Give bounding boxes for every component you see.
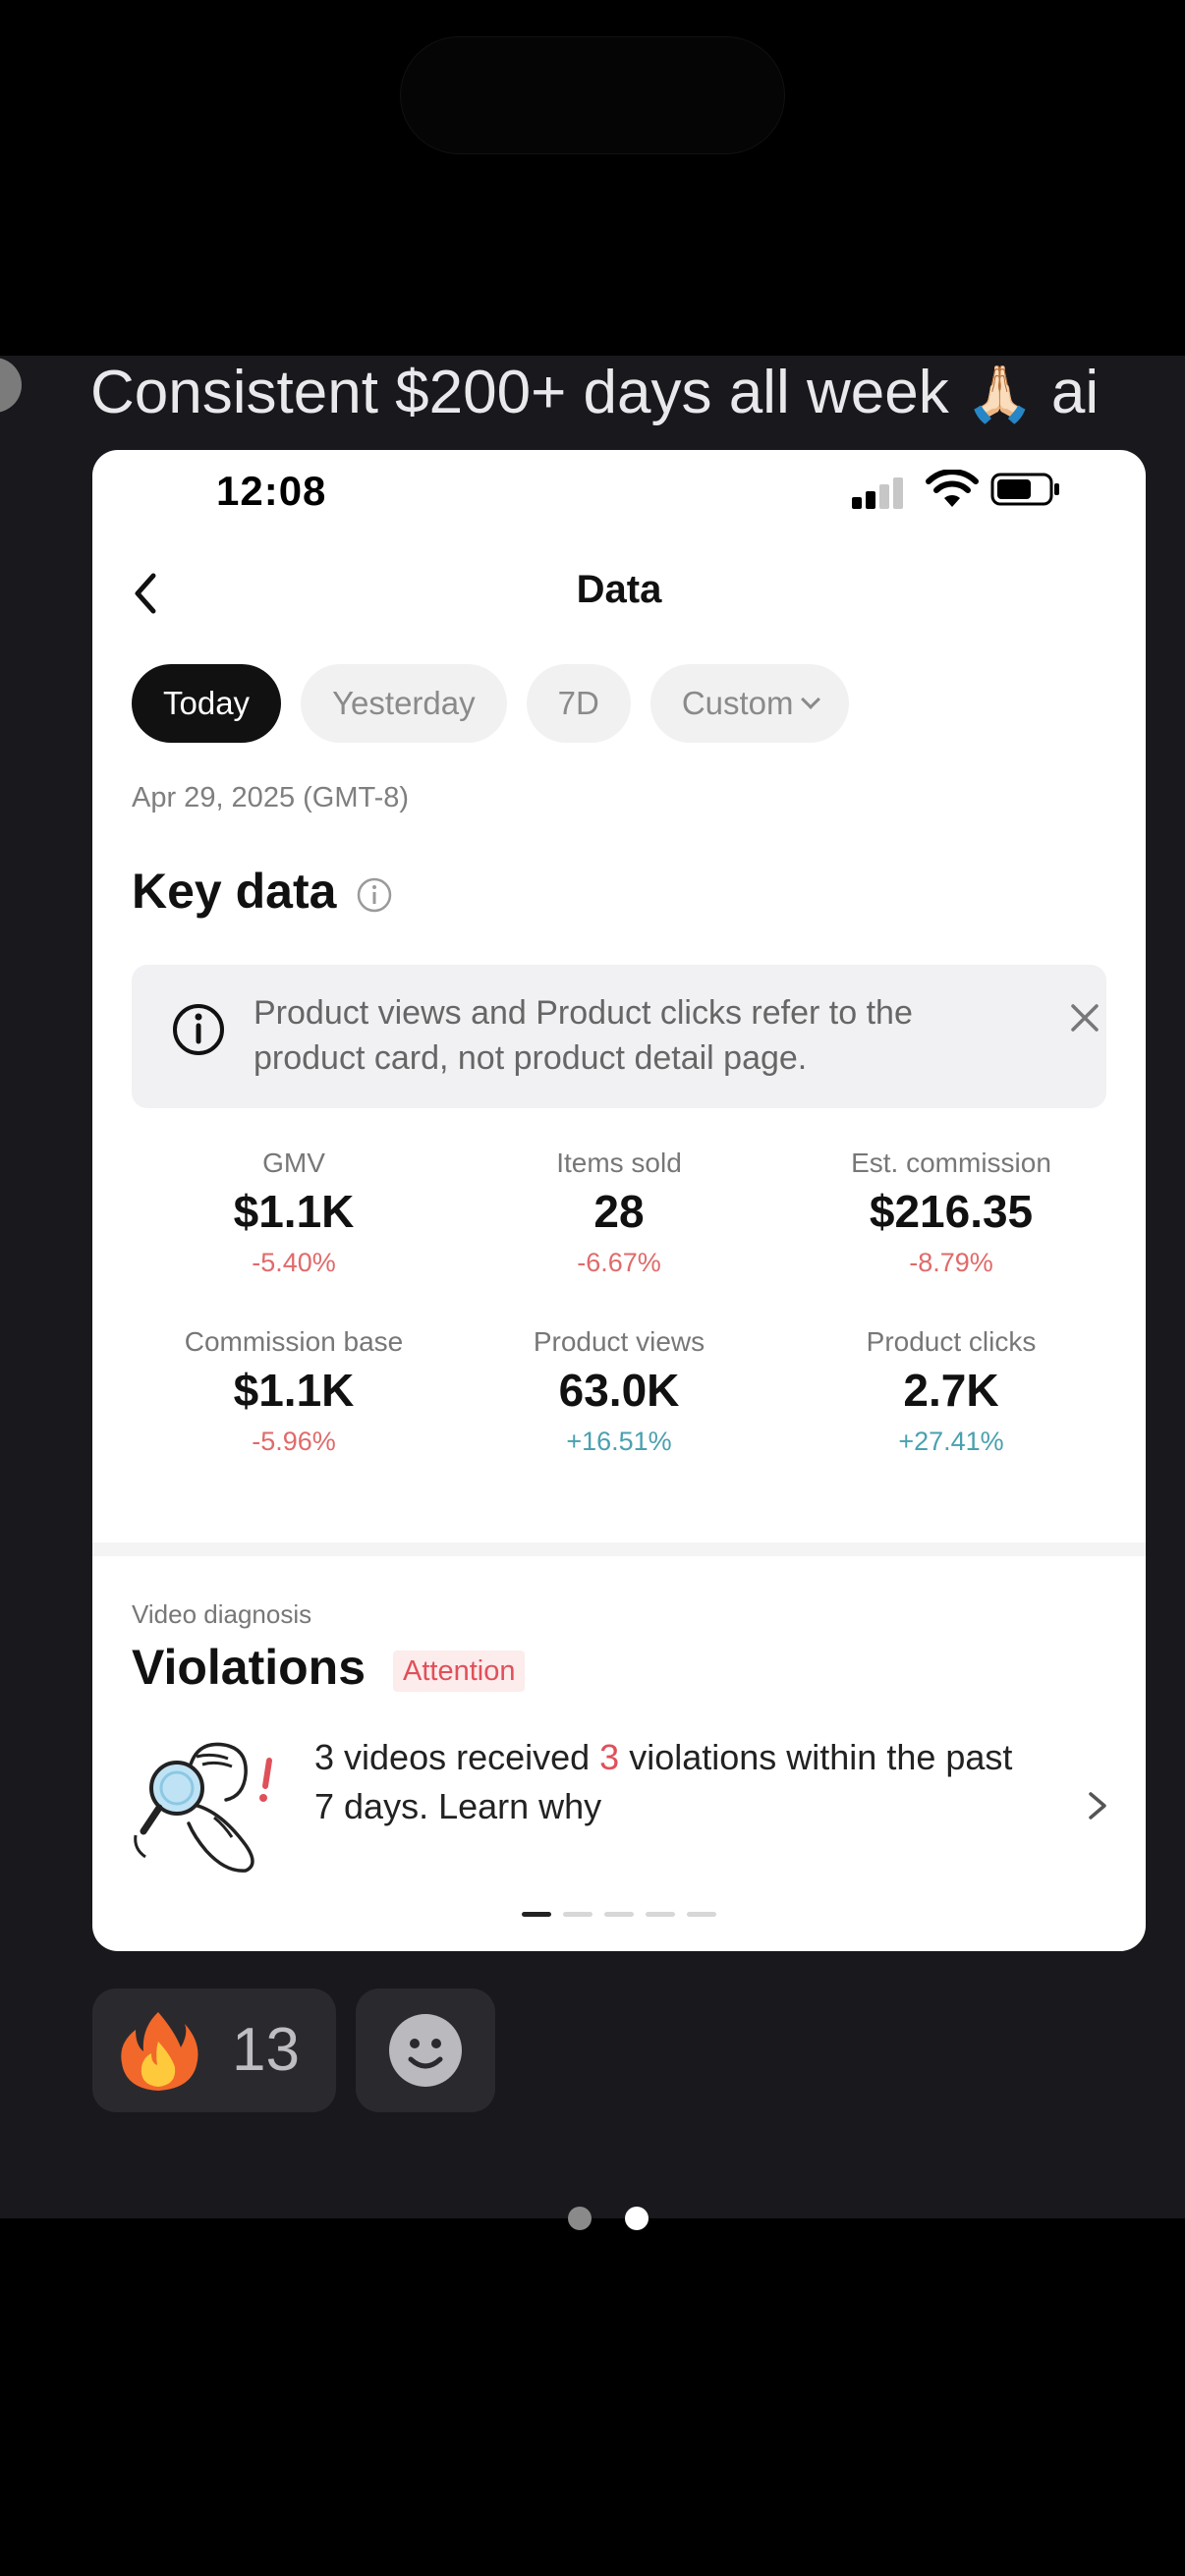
metric-est-commission[interactable]: Est. commission $216.35 -8.79% <box>784 1146 1118 1281</box>
metric-value: 2.7K <box>903 1365 999 1416</box>
section-title-key-data: Key data <box>132 864 337 919</box>
story-page-indicator <box>0 2207 1185 2230</box>
section-divider <box>92 1542 1146 1556</box>
metric-value: $216.35 <box>869 1186 1034 1237</box>
smile-add-icon <box>389 2014 462 2087</box>
metric-change: -8.79% <box>909 1248 993 1277</box>
metric-change: -6.67% <box>577 1248 661 1277</box>
wifi-icon <box>926 470 979 507</box>
info-notice: Product views and Product clicks refer t… <box>132 965 1106 1108</box>
shared-screenshot[interactable]: 12:08 Data Today Yesterday 7D Custom Apr… <box>92 450 1146 1951</box>
metric-items-sold[interactable]: Items sold 28 -6.67% <box>452 1146 786 1281</box>
page-dot[interactable] <box>568 2207 592 2230</box>
tab-label: Yesterday <box>332 685 476 721</box>
metric-commission-base[interactable]: Commission base $1.1K -5.96% <box>127 1324 461 1460</box>
metric-change: +27.41% <box>898 1427 1004 1456</box>
section-title-violations: Violations <box>132 1640 367 1695</box>
caption-trailing-text: ai <box>1034 359 1100 426</box>
violations-count: 3 <box>599 1737 620 1777</box>
reaction-fire[interactable]: 13 <box>92 1988 336 2112</box>
praying-hands-icon: 🙏🏻 <box>965 363 1035 426</box>
metric-label: Product views <box>533 1326 705 1357</box>
metric-label: Est. commission <box>851 1148 1051 1178</box>
message-caption: Consistent $200+ days all week 🙏🏻 ai <box>90 356 1099 430</box>
metric-value: $1.1K <box>233 1186 355 1237</box>
cellular-signal-icon <box>852 476 911 509</box>
info-circle-icon <box>173 1004 224 1055</box>
carousel-dot[interactable] <box>604 1912 634 1917</box>
carousel-dot[interactable] <box>646 1912 675 1917</box>
carousel-dot[interactable] <box>687 1912 716 1917</box>
violations-message-prefix: 3 videos received <box>314 1737 600 1777</box>
status-bar: 12:08 <box>92 450 1146 529</box>
page-dot-active[interactable] <box>625 2207 649 2230</box>
notice-text: Product views and Product clicks refer t… <box>254 994 913 1077</box>
metric-product-clicks[interactable]: Product clicks 2.7K +27.41% <box>784 1324 1118 1460</box>
caption-text: Consistent $200+ days all week <box>90 359 966 426</box>
attention-badge: Attention <box>393 1651 526 1692</box>
date-label: Apr 29, 2025 (GMT-8) <box>132 782 410 813</box>
violations-message[interactable]: 3 videos received 3 violations within th… <box>314 1733 1042 1831</box>
reaction-count: 13 <box>232 2016 300 2084</box>
dynamic-island <box>401 37 784 153</box>
section-subtitle-video-diagnosis: Video diagnosis <box>132 1599 312 1629</box>
metric-gmv[interactable]: GMV $1.1K -5.40% <box>127 1146 461 1281</box>
tab-label: Custom <box>681 685 794 721</box>
close-icon[interactable] <box>1067 1000 1102 1036</box>
tab-today[interactable]: Today <box>132 664 282 743</box>
metric-label: GMV <box>262 1148 325 1178</box>
chevron-down-icon <box>800 690 820 709</box>
magnifier-person-illustration <box>134 1742 272 1873</box>
add-reaction-button[interactable] <box>356 1988 495 2112</box>
nav-bar: Data <box>92 560 1146 629</box>
tab-label: Today <box>163 685 251 721</box>
info-icon[interactable] <box>356 876 393 914</box>
tab-custom[interactable]: Custom <box>649 664 849 743</box>
carousel-indicator <box>92 1912 1146 1918</box>
carousel-dot[interactable] <box>522 1912 551 1917</box>
metric-product-views[interactable]: Product views 63.0K +16.51% <box>452 1324 786 1460</box>
tab-yesterday[interactable]: Yesterday <box>301 664 507 743</box>
metric-label: Commission base <box>184 1326 404 1357</box>
metric-value: 63.0K <box>558 1365 680 1416</box>
tab-label: 7D <box>557 685 599 721</box>
metric-label: Product clicks <box>866 1326 1037 1357</box>
metric-change: -5.96% <box>252 1427 336 1456</box>
metric-value: $1.1K <box>233 1365 355 1416</box>
page-title: Data <box>576 568 662 611</box>
metric-label: Items sold <box>556 1148 682 1178</box>
tab-7d[interactable]: 7D <box>526 664 631 743</box>
metric-change: -5.40% <box>252 1248 336 1277</box>
date-range-tabs: Today Yesterday 7D Custom <box>132 664 849 743</box>
chevron-right-icon[interactable] <box>1085 1788 1110 1823</box>
avatar[interactable] <box>0 358 22 413</box>
carousel-dot[interactable] <box>563 1912 592 1917</box>
fire-icon <box>121 2012 198 2091</box>
battery-icon <box>990 473 1059 506</box>
status-time: 12:08 <box>216 468 327 514</box>
metric-change: +16.51% <box>566 1427 672 1456</box>
chat-area: Consistent $200+ days all week 🙏🏻 ai 12:… <box>0 356 1185 2218</box>
metric-value: 28 <box>593 1186 645 1237</box>
